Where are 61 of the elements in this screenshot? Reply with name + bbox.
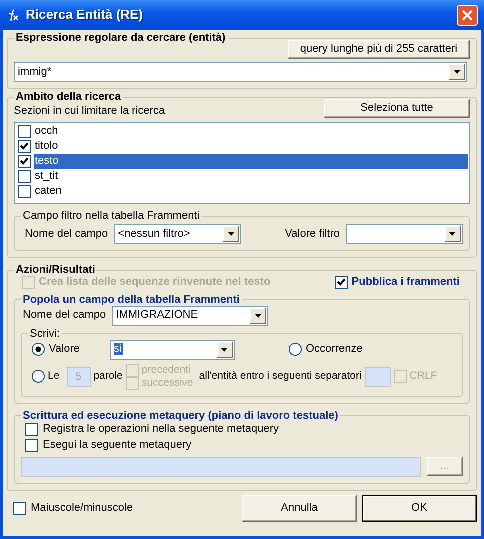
checkbox[interactable]	[25, 439, 38, 452]
window-title: Ricerca Entità (RE)	[26, 7, 144, 23]
radio-label[interactable]: Occorrenze	[306, 343, 363, 356]
radio-label[interactable]: Le	[48, 370, 60, 384]
caret-icon	[228, 232, 235, 236]
checkbox-label[interactable]: Esegui la seguente metaquery	[43, 439, 192, 452]
checkbox[interactable]	[334, 276, 348, 290]
dropdown[interactable]: IMMIGRAZIONE	[112, 306, 268, 326]
list-item[interactable]: occh	[34, 124, 468, 140]
caret-icon	[254, 314, 262, 318]
list-item[interactable]: caten	[34, 184, 468, 200]
checkbox[interactable]	[25, 423, 38, 436]
dropdown-arrow-button[interactable]	[216, 342, 233, 358]
dropdown[interactable]: immig*	[14, 62, 467, 82]
dropdown[interactable]: <nessun filtro>	[114, 224, 242, 244]
checkbox[interactable]	[13, 502, 26, 515]
checkbox[interactable]	[18, 125, 31, 138]
dropdown-arrow-button[interactable]	[223, 226, 240, 242]
metaquery-field[interactable]	[21, 456, 421, 477]
field-label: Nome del campo	[25, 228, 108, 241]
group-title: Ambito della ricerca	[15, 91, 122, 104]
caret-icon	[454, 70, 460, 74]
checkbox[interactable]	[18, 155, 31, 168]
select-all-button[interactable]: Seleziona tutte	[324, 99, 470, 118]
list-item[interactable]: titolo	[34, 139, 468, 154]
checkbox[interactable]	[18, 140, 31, 154]
group-title: Campo filtro nella tabella Frammenti	[22, 210, 201, 222]
group-title: Popola un campo della tabella Frammenti	[22, 294, 241, 306]
field-label: Valore filtro	[285, 228, 340, 241]
close-button[interactable]	[457, 4, 478, 26]
radio-button[interactable]	[288, 343, 302, 356]
group-title: Azioni/Risultati	[15, 264, 96, 276]
caret-icon	[449, 232, 456, 236]
long-query-button[interactable]: query lunghe più di 255 caratteri	[288, 40, 470, 60]
dropdown-arrow-button[interactable]	[444, 226, 461, 242]
radio-button[interactable]	[32, 370, 45, 384]
checkbox-label[interactable]: Pubblica i frammenti	[352, 276, 460, 290]
radio-label[interactable]: Valore	[49, 343, 80, 356]
checkbox-label[interactable]: Registra le operazioni nella seguente metaquery	[43, 423, 280, 436]
function-icon	[6, 8, 20, 22]
list-item[interactable]: st_tit	[34, 169, 468, 184]
checkbox[interactable]	[18, 185, 31, 198]
group-title: Scrivi:	[29, 328, 61, 340]
dialog-button[interactable]: OK	[362, 494, 477, 522]
dropdown[interactable]: sì	[110, 340, 235, 360]
caret-icon	[221, 348, 228, 352]
checkbox-label[interactable]: Maiuscole/minuscole	[31, 502, 134, 515]
list-item[interactable]: testo	[34, 154, 468, 170]
checkbox[interactable]	[18, 170, 31, 184]
dropdown-arrow-button[interactable]	[449, 64, 465, 80]
field-label: all'entità entro i seguenti separatori	[199, 370, 362, 384]
dialog-button[interactable]: Annulla	[242, 494, 357, 522]
hint-text: Sezioni in cui limitare la ricerca	[14, 105, 165, 118]
group-title: Espressione regolare da cercare (entità)	[15, 32, 227, 44]
separators-field[interactable]	[364, 366, 391, 387]
radio-button[interactable]	[32, 343, 45, 356]
dropdown-arrow-button[interactable]	[250, 308, 266, 324]
close-icon	[462, 10, 473, 20]
field-label: parole	[94, 370, 123, 384]
field-label: Nome del campo	[23, 309, 106, 322]
group-title: Scrittura ed esecuzione metaquery (piano di lavoro testuale)	[22, 410, 340, 422]
